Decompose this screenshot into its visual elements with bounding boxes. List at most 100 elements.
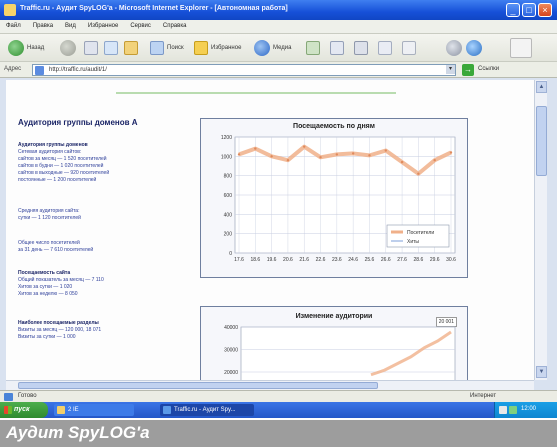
forward-arrow-icon bbox=[60, 40, 76, 56]
x-tick-label: 21.6 bbox=[299, 257, 309, 263]
y-tick-label: 200 bbox=[224, 232, 233, 238]
menu-edit[interactable]: Правка bbox=[27, 20, 59, 32]
search-button[interactable]: Поиск bbox=[150, 39, 184, 57]
average-line: Средняя аудитория сайта: bbox=[18, 208, 80, 214]
toolbar: Назад Поиск Избранное Медиа bbox=[0, 34, 557, 62]
home-icon bbox=[124, 41, 138, 55]
audience-change-chart: Изменение аудитории 20 001 1000020000300… bbox=[200, 306, 468, 380]
media-button[interactable]: Медиа bbox=[254, 39, 291, 57]
data-point bbox=[384, 149, 387, 152]
vertical-scrollbar[interactable]: ▲ ▼ bbox=[534, 80, 547, 380]
taskbar: пуск 2 IE Traffic.ru - Аудит Spy... 12:0… bbox=[0, 402, 557, 418]
y-tick-label: 40000 bbox=[224, 325, 238, 331]
y-tick-label: 1000 bbox=[221, 154, 232, 160]
x-tick-label: 22.6 bbox=[316, 257, 326, 263]
y-tick-label: 400 bbox=[224, 212, 233, 218]
menu-file[interactable]: Файл bbox=[0, 20, 27, 32]
taskbar-item-traffic[interactable]: Traffic.ru - Аудит Spy... bbox=[160, 404, 254, 416]
start-button[interactable]: пуск bbox=[0, 402, 48, 418]
discuss-button[interactable] bbox=[402, 39, 416, 57]
sections-title: Наиболее посещаемые разделы bbox=[18, 320, 99, 326]
favorites-label: Избранное bbox=[211, 45, 242, 51]
x-tick-label: 24.6 bbox=[348, 257, 358, 263]
x-tick-label: 23.6 bbox=[332, 257, 342, 263]
traffic-line: Хитов за сутки — 1 020 bbox=[18, 284, 73, 290]
refresh-button[interactable] bbox=[104, 39, 118, 57]
scroll-thumb[interactable] bbox=[18, 382, 378, 389]
folder-icon bbox=[57, 406, 65, 414]
audience-change-plot: 10000200003000040000 bbox=[224, 325, 456, 380]
maximize-button[interactable]: □ bbox=[522, 3, 536, 17]
system-tray: 12:00 bbox=[494, 402, 557, 418]
data-point bbox=[237, 153, 241, 156]
back-button[interactable]: Назад bbox=[8, 39, 44, 57]
total-line: за 31 день — 7 610 посетителей bbox=[18, 247, 94, 253]
volume-icon[interactable] bbox=[499, 406, 507, 414]
start-label: пуск bbox=[14, 406, 30, 413]
discuss-icon bbox=[402, 41, 416, 55]
data-point bbox=[303, 145, 306, 148]
taskbar-item-ie-group[interactable]: 2 IE bbox=[54, 404, 134, 416]
stop-button[interactable] bbox=[84, 39, 98, 57]
audience-line: сайтов в будни — 1 020 посетителей bbox=[18, 163, 104, 169]
total-line: Общее число посетителей bbox=[18, 240, 80, 246]
globe-icon[interactable] bbox=[466, 40, 482, 56]
address-bar: Адрес http://traffic.ru/audit/1/ ▾ → Ссы… bbox=[0, 62, 557, 78]
audience-line: Сетевая аудитория сайтов: bbox=[18, 149, 82, 155]
legend-label: Хиты bbox=[407, 239, 419, 245]
forward-button[interactable] bbox=[60, 39, 76, 57]
sections-line: Визиты за месяц — 120 000, 18 071 bbox=[18, 327, 102, 333]
windows-logo-icon bbox=[510, 38, 532, 58]
sections-line: Визиты за сутки — 1 000 bbox=[18, 334, 76, 340]
back-label: Назад bbox=[27, 45, 45, 51]
data-point bbox=[286, 159, 290, 162]
address-input[interactable]: http://traffic.ru/audit/1/ bbox=[32, 64, 456, 76]
messenger-icon[interactable] bbox=[446, 40, 462, 56]
x-tick-label: 30.6 bbox=[446, 257, 456, 263]
print-button[interactable] bbox=[354, 39, 368, 57]
search-icon bbox=[150, 41, 164, 55]
links-label[interactable]: Ссылки bbox=[478, 66, 499, 72]
network-icon[interactable] bbox=[509, 406, 517, 414]
address-url: http://traffic.ru/audit/1/ bbox=[49, 67, 107, 73]
address-label: Адрес bbox=[4, 66, 22, 72]
refresh-icon bbox=[104, 41, 118, 55]
daily-visits-plot: 0 200 400 600 800 1000 1200 17.6 18.6 19.6 20.6 21.… bbox=[221, 135, 456, 263]
menu-tools[interactable]: Сервис bbox=[124, 20, 157, 32]
data-point bbox=[270, 155, 273, 158]
x-tick-label: 19.6 bbox=[267, 257, 277, 263]
window-titlebar[interactable]: Traffic.ru - Аудит SpyLOG'a - Microsoft … bbox=[0, 0, 557, 20]
history-button[interactable] bbox=[306, 39, 320, 57]
back-arrow-icon bbox=[8, 40, 24, 56]
desktop-screen: Traffic.ru - Аудит SpyLOG'a - Microsoft … bbox=[0, 0, 557, 418]
media-label: Медиа bbox=[273, 45, 292, 51]
menu-help[interactable]: Справка bbox=[157, 20, 193, 32]
scroll-thumb[interactable] bbox=[536, 106, 547, 176]
menu-favorites[interactable]: Избранное bbox=[82, 20, 124, 32]
address-dropdown-icon[interactable]: ▾ bbox=[446, 65, 455, 74]
history-icon bbox=[306, 41, 320, 55]
scroll-up-icon[interactable]: ▲ bbox=[536, 81, 547, 93]
media-icon bbox=[254, 40, 270, 56]
ie-icon bbox=[163, 406, 171, 414]
x-tick-label: 25.6 bbox=[365, 257, 375, 263]
horizontal-scrollbar[interactable] bbox=[6, 380, 534, 390]
favorites-button[interactable]: Избранное bbox=[194, 39, 241, 57]
minimize-button[interactable]: _ bbox=[506, 3, 520, 17]
y-tick-label: 20000 bbox=[224, 370, 238, 376]
average-line: сутки — 1 120 посетителей bbox=[18, 215, 81, 221]
data-point bbox=[368, 154, 371, 157]
print-icon bbox=[354, 41, 368, 55]
page-icon bbox=[4, 393, 13, 401]
status-text: Готово bbox=[18, 393, 37, 399]
home-button[interactable] bbox=[124, 39, 138, 57]
stop-icon bbox=[84, 41, 98, 55]
close-button[interactable]: × bbox=[538, 3, 552, 17]
menu-view[interactable]: Вид bbox=[59, 20, 82, 32]
edit-button[interactable] bbox=[378, 39, 392, 57]
daily-visits-chart: Посещаемость по дням 0 200 400 600 800 1000 12… bbox=[200, 118, 468, 278]
mail-button[interactable] bbox=[330, 39, 344, 57]
data-point bbox=[417, 172, 420, 175]
go-button[interactable]: → bbox=[462, 64, 474, 76]
scroll-down-icon[interactable]: ▼ bbox=[536, 366, 547, 378]
